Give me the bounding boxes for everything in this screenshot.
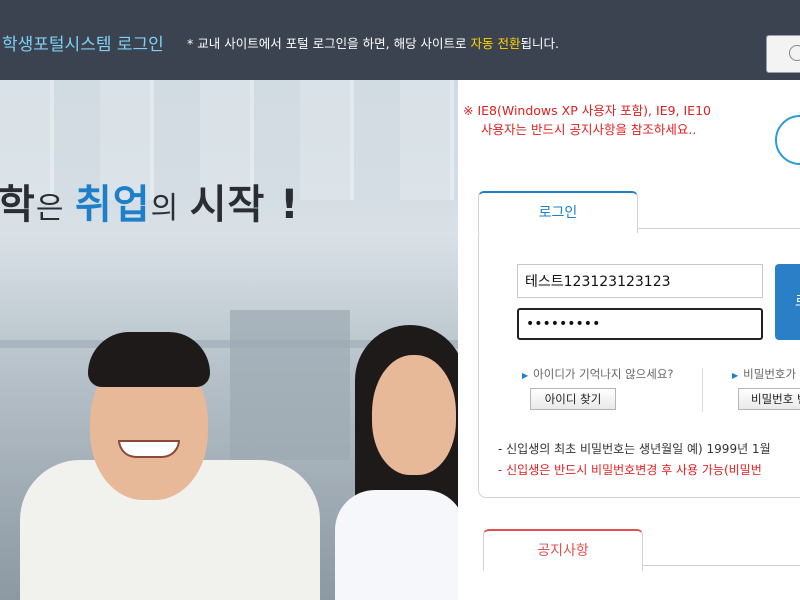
forgot-pw-help: ▶ 비밀번호가 기	[732, 366, 800, 382]
tab-login[interactable]: 로그인	[478, 191, 638, 233]
find-id-button[interactable]: 아이디 찾기	[530, 388, 616, 410]
ie-warning: ※ IE8(Windows XP 사용자 포함), IE9, IE10 사용자는…	[463, 101, 711, 139]
ie-warning-line2: 사용자는 반드시 공지사항을 참조하세요..	[481, 122, 697, 137]
user-id-input[interactable]	[517, 264, 763, 298]
slogan-part: 은	[35, 191, 75, 226]
slogan-part: 취업	[74, 182, 151, 228]
language-button[interactable]	[766, 35, 800, 73]
slogan-part: 시작 !	[189, 182, 300, 228]
freshman-change-warning: - 신입생은 반드시 비밀번호변경 후 사용 가능(비밀번	[498, 463, 762, 477]
slogan-part: 의	[150, 191, 190, 226]
forgot-pw-text: 비밀번호가 기	[743, 367, 800, 381]
top-header-bar: 학생포털시스템 로그인 * 교내 사이트에서 포털 로그인을 하면, 해당 사이…	[0, 0, 800, 80]
freshman-password-note: - 신입생의 최초 비밀번호는 생년월일 예) 1999년 1월	[498, 442, 771, 456]
forgot-id-text: 아이디가 기억나지 않으세요?	[533, 367, 674, 381]
divider	[702, 368, 703, 412]
change-password-button[interactable]: 비밀번호 변	[738, 388, 800, 410]
password-input[interactable]	[517, 308, 763, 340]
ie-warning-line1: ※ IE8(Windows XP 사용자 포함), IE9, IE10	[463, 103, 711, 118]
tab-notice[interactable]: 공지사항	[483, 529, 643, 571]
hero-slogan: 학은 취업의 시작 !	[0, 172, 299, 230]
notice-suffix: 됩니다.	[520, 36, 559, 51]
arrow-right-icon: ▶	[522, 371, 529, 380]
forgot-id-help: ▶ 아이디가 기억나지 않으세요?	[522, 366, 674, 382]
auto-switch-notice: * 교내 사이트에서 포털 로그인을 하면, 해당 사이트로 자동 전환됩니다.	[187, 33, 559, 52]
slogan-part: 학	[0, 182, 36, 228]
notice-text: * 교내 사이트에서 포털 로그인을 하면, 해당 사이트로	[187, 36, 471, 51]
page-title: 학생포털시스템 로그인	[2, 35, 164, 55]
globe-icon	[789, 45, 800, 61]
background-person	[230, 310, 350, 460]
login-button[interactable]: 로	[775, 264, 800, 340]
arrow-right-icon: ▶	[732, 371, 739, 380]
notice-highlight: 자동 전환	[470, 36, 521, 51]
